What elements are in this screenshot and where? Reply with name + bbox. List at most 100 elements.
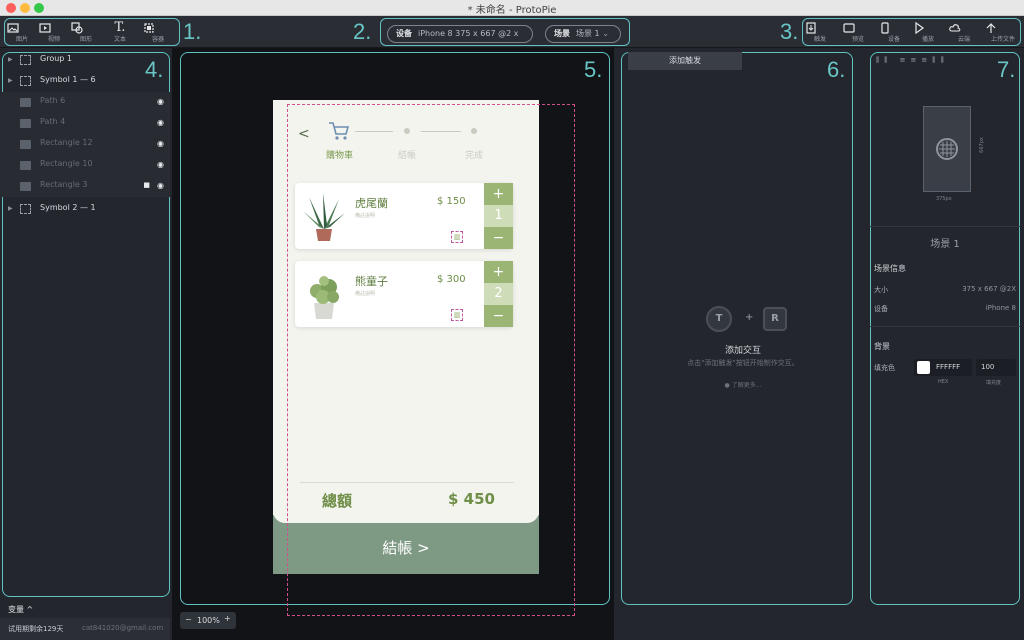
zoom-in-button[interactable]: + — [224, 614, 231, 623]
selection-outline — [287, 104, 575, 616]
shape-tool-button[interactable]: 图形 — [71, 22, 101, 43]
hex-caption: HEX — [938, 379, 949, 385]
trigger-button[interactable]: 触发 — [805, 22, 835, 43]
symbol-icon — [20, 76, 31, 86]
add-interaction-title: 添加交互 — [724, 346, 761, 356]
interaction-panel: 6. — [621, 52, 853, 605]
layer-symbol-1-6[interactable]: ▶ Symbol 1 — 6 — [0, 71, 170, 92]
insert-tools-group: 图片 视频 图形 T. 文本 容器 — [4, 18, 180, 46]
protopie-logo-icon — [936, 138, 958, 160]
size-label: 大小 — [874, 286, 888, 294]
text-icon: T. — [114, 20, 126, 35]
device-button[interactable]: 设备 — [879, 22, 909, 43]
add-interaction-hint: 点击"添加触发"按钮开始制作交互。 — [687, 359, 799, 367]
text-tool-button[interactable]: T. 文本 — [105, 20, 135, 43]
cloud-icon — [949, 24, 961, 32]
canvas-thumbnail — [923, 106, 971, 192]
color-swatch[interactable] — [917, 361, 930, 374]
background-heading: 背景 — [874, 342, 890, 351]
props-divider — [870, 326, 1020, 327]
container-tool-button[interactable]: 容器 — [143, 22, 173, 43]
zoom-control: − 100% + — [180, 612, 236, 629]
eye-icon[interactable]: ◉ — [157, 118, 164, 127]
eye-icon[interactable]: ◉ — [157, 181, 164, 190]
window-title: * 未命名 - ProtoPie — [467, 5, 557, 16]
image-layer-icon — [20, 98, 31, 107]
expand-arrow-icon[interactable]: ▶ — [8, 56, 13, 63]
fill-color-field[interactable]: FFFFFF — [914, 359, 972, 376]
thumbnail-height-label: 667px — [978, 137, 985, 153]
title-bar: * 未命名 - ProtoPie — [0, 0, 1024, 16]
device-icon — [881, 22, 889, 34]
layer-rectangle-3[interactable]: Rectangle 3 ■ ◉ — [0, 176, 170, 197]
scene-name: 场景 1 — [930, 239, 960, 250]
device-scene-group: 设备 iPhone 8 375 x 667 @2 x 场景 场景 1 ⌄ — [380, 18, 630, 46]
opacity-caption: 填充度 — [986, 380, 1002, 386]
add-trigger-tab[interactable]: 添加触发 — [628, 52, 742, 70]
annotation-1: 1. — [183, 19, 202, 44]
play-icon — [915, 22, 925, 34]
annotation-6: 6. — [827, 57, 846, 82]
expand-arrow-icon[interactable]: ▶ — [8, 77, 13, 84]
annotation-5: 5. — [584, 57, 603, 82]
video-icon — [39, 23, 51, 33]
annotation-3: 3. — [780, 19, 799, 44]
chevron-down-icon: ⌄ — [602, 29, 609, 38]
expand-arrow-icon[interactable]: ▶ — [8, 205, 13, 212]
device-label: 设备 — [874, 305, 888, 313]
trial-status: 试用期剩余129天 — [8, 625, 64, 633]
image-layer-icon — [20, 161, 31, 170]
image-tool-button[interactable]: 图片 — [7, 22, 37, 43]
eye-icon[interactable]: ◉ — [157, 160, 164, 169]
scene-info-heading: 场景信息 — [874, 264, 906, 273]
device-select[interactable]: 设备 iPhone 8 375 x 667 @2 x — [387, 25, 533, 43]
layer-path-6[interactable]: Path 6 ◉ — [0, 92, 170, 113]
plus-icon: + — [745, 312, 754, 323]
container-icon — [144, 23, 154, 33]
thumbnail-width-label: 375px — [936, 196, 952, 202]
layer-group-1[interactable]: ▶ Group 1 — [0, 50, 170, 71]
preview-icon — [843, 23, 855, 33]
annotation-2: 2. — [353, 19, 372, 44]
video-tool-button[interactable]: 视频 — [39, 22, 69, 43]
symbol-icon — [20, 204, 31, 214]
layer-symbol-2-1[interactable]: ▶ Symbol 2 — 1 — [0, 199, 170, 220]
device-value: iPhone 8 — [985, 304, 1016, 312]
account-email[interactable]: cat841020@gmail.com — [82, 624, 163, 632]
group-icon — [20, 55, 31, 65]
layer-rectangle-10[interactable]: Rectangle 10 ◉ — [0, 155, 170, 176]
upload-icon — [986, 23, 996, 33]
response-key-icon: R — [763, 307, 787, 331]
help-icon: ● — [724, 382, 730, 389]
opacity-field[interactable]: 100 — [976, 359, 1016, 376]
props-divider — [870, 226, 1020, 227]
upload-button[interactable]: 上传文件 — [985, 22, 1021, 43]
image-icon — [7, 23, 19, 33]
annotation-7: 7. — [997, 57, 1016, 82]
image-layer-icon — [20, 119, 31, 128]
image-layer-icon — [20, 182, 31, 191]
cloud-button[interactable]: 云端 — [949, 22, 979, 43]
layer-rectangle-12[interactable]: Rectangle 12 ◉ — [0, 134, 170, 155]
eye-icon[interactable]: ◉ — [157, 97, 164, 106]
image-layer-icon — [20, 140, 31, 149]
variables-toggle[interactable]: 变量 ^ — [8, 604, 33, 615]
preview-button[interactable]: 预览 — [843, 22, 873, 43]
layer-path-4[interactable]: Path 4 ◉ — [0, 113, 170, 134]
learn-more-link[interactable]: ● 了解更多... — [621, 380, 865, 389]
zoom-out-button[interactable]: − — [185, 615, 192, 624]
action-tools-group: 触发 预览 设备 播放 云端 上传文件 — [802, 18, 1021, 46]
hex-value: FFFFFF — [936, 363, 961, 371]
play-button[interactable]: 播放 — [913, 22, 943, 43]
shape-icon — [71, 22, 83, 34]
opacity-value: 100 — [981, 363, 995, 371]
trigger-icon — [806, 22, 816, 34]
align-icon[interactable]: ⫼⫼ ≡≡≡⫼⫼ — [876, 56, 949, 64]
zoom-level[interactable]: 100% — [197, 616, 220, 625]
app-window: * 未命名 - ProtoPie 图片 视频 图形 T. 文本 容器 1. 2.… — [0, 0, 1024, 640]
eye-icon[interactable]: ◉ — [157, 139, 164, 148]
lock-icon[interactable]: ■ — [143, 181, 150, 189]
align-tools: ⫼⫼ ≡≡≡⫼⫼ — [876, 56, 996, 66]
fill-color-label: 填充色 — [874, 364, 895, 372]
scene-select[interactable]: 场景 场景 1 ⌄ — [545, 25, 621, 43]
